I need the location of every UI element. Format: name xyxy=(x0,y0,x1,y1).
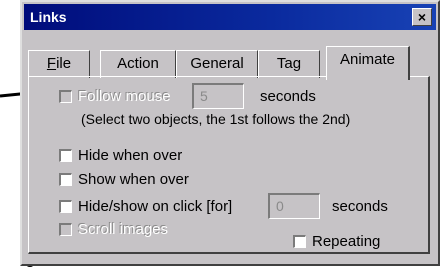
follow-label: Follow mouse xyxy=(78,87,171,105)
hide-when-over-row[interactable]: Hide when over xyxy=(59,147,182,164)
follow-seconds-unit: seconds xyxy=(260,87,316,105)
tab-file-rest: ile xyxy=(56,55,72,72)
follow-checkbox[interactable] xyxy=(59,89,72,103)
tab-animate[interactable]: Animate xyxy=(326,46,410,80)
tab-general[interactable]: General xyxy=(176,50,258,78)
title-bar: Links × xyxy=(24,4,436,30)
follow-seconds-input[interactable]: 5 xyxy=(192,83,244,109)
hide-when-over-label: Hide when over xyxy=(78,147,183,164)
tab-strip: File Action General Tag Animate xyxy=(28,46,430,80)
tab-tag[interactable]: Tag xyxy=(258,50,320,78)
follow-hint: (Select two objects, the 1st follows the… xyxy=(81,111,351,127)
tab-action[interactable]: Action xyxy=(100,50,176,78)
show-when-over-checkbox[interactable] xyxy=(59,173,72,186)
window-title: Links xyxy=(30,9,67,25)
hide-show-seconds-input[interactable]: 0 xyxy=(268,193,320,219)
tab-file[interactable]: File xyxy=(28,50,90,78)
hide-show-click-row: Hide/show on click [for] 0 seconds xyxy=(59,193,388,219)
show-when-over-row[interactable]: Show when over xyxy=(59,171,189,188)
animate-panel: Follow mouse 5 seconds (Select two objec… xyxy=(28,76,430,254)
close-button[interactable]: × xyxy=(412,8,432,26)
hide-when-over-checkbox[interactable] xyxy=(59,149,72,162)
repeating-checkbox[interactable] xyxy=(293,235,306,248)
hide-show-click-label: Hide/show on click [for] xyxy=(78,197,233,215)
hide-show-seconds-unit: seconds xyxy=(332,197,388,215)
tab-general-label: General xyxy=(190,55,244,72)
repeating-label: Repeating xyxy=(312,233,381,250)
tab-tag-label: Tag xyxy=(276,55,302,72)
hide-show-click-checkbox[interactable] xyxy=(59,199,72,213)
scroll-images-checkbox[interactable] xyxy=(59,223,72,236)
follow-hint-row: (Select two objects, the 1st follows the… xyxy=(81,111,350,127)
tab-animate-label: Animate xyxy=(339,51,396,68)
close-icon: × xyxy=(417,9,427,25)
tab-action-label: Action xyxy=(117,55,159,72)
show-when-over-label: Show when over xyxy=(78,171,189,188)
links-dialog: Links × File Action General Tag Animate … xyxy=(20,0,440,266)
tab-file-mnemonic: F xyxy=(46,55,57,72)
scroll-images-label: Scroll images xyxy=(78,221,169,238)
follow-row: Follow mouse 5 seconds xyxy=(59,83,316,109)
scroll-images-row: Scroll images xyxy=(59,221,168,238)
repeating-row[interactable]: Repeating xyxy=(293,233,380,250)
